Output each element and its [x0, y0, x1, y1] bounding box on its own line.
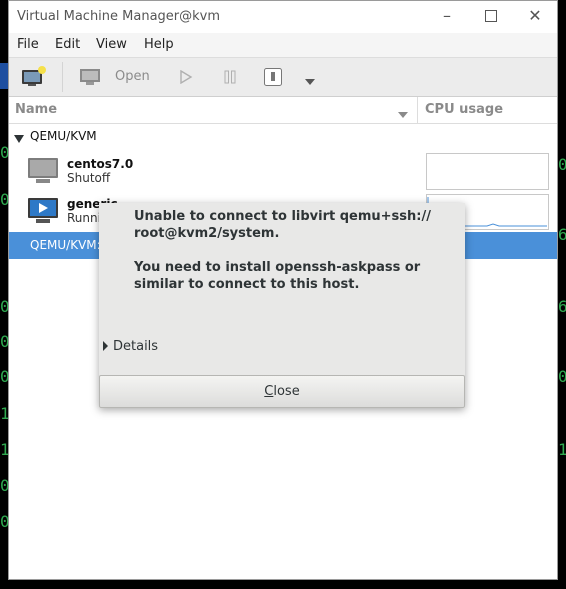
close-icon[interactable]: ✕: [525, 6, 545, 26]
details-expander[interactable]: Details: [103, 339, 158, 354]
shutdown-icon[interactable]: [263, 67, 283, 91]
error-line: root@kvm2/system.: [134, 226, 280, 241]
error-hint: You need to install openssh-askpass or s…: [134, 259, 444, 293]
run-icon[interactable]: [179, 69, 193, 88]
sort-chevron-down-icon[interactable]: [398, 107, 408, 122]
connection-label: QEMU/KVM:: [30, 238, 101, 252]
toolbar: Open: [9, 58, 557, 97]
terminal-glyph: 0: [558, 367, 566, 386]
menu-help[interactable]: Help: [144, 37, 174, 52]
title-bar[interactable]: Virtual Machine Manager@kvm – ✕: [9, 1, 557, 32]
group-row[interactable]: QEMU/KVM: [9, 127, 557, 147]
vm-status: Shutoff: [67, 171, 111, 185]
expander-chevron-down-icon[interactable]: [14, 132, 24, 147]
column-name-header[interactable]: Name: [15, 102, 57, 117]
vm-running-icon: [27, 197, 59, 229]
column-header: Name CPU usage: [9, 97, 557, 124]
details-label: Details: [113, 339, 159, 354]
open-button[interactable]: Open: [115, 69, 150, 84]
error-line: Unable to connect to libvirt qemu+ssh://: [134, 209, 431, 224]
menu-view[interactable]: View: [96, 37, 127, 52]
vm-name: centos7.0: [67, 157, 134, 171]
column-cpu-header[interactable]: CPU usage: [425, 102, 503, 117]
pause-icon[interactable]: [223, 70, 237, 88]
error-dialog: Unable to connect to libvirt qemu+ssh://…: [99, 203, 465, 408]
menu-bar: File Edit View Help: [9, 33, 557, 58]
menu-file[interactable]: File: [17, 37, 39, 52]
error-message: Unable to connect to libvirt qemu+ssh://…: [134, 208, 444, 242]
menu-edit[interactable]: Edit: [55, 37, 80, 52]
terminal-glyph: 6: [558, 297, 566, 316]
terminal-glyph: 6: [558, 225, 566, 244]
column-divider: [417, 97, 418, 123]
background-window-edge: [0, 63, 8, 89]
error-line: similar to connect to this host.: [134, 277, 360, 292]
close-button-label: lose: [273, 384, 300, 399]
maximize-icon[interactable]: [481, 6, 501, 26]
vm-monitor-icon: [27, 157, 59, 189]
terminal-glyph: 0: [558, 155, 566, 174]
shutdown-menu-chevron-down-icon[interactable]: [305, 74, 315, 89]
error-line: You need to install openssh-askpass or: [134, 260, 421, 275]
close-button[interactable]: Close: [99, 375, 465, 408]
toolbar-separator: [62, 62, 63, 92]
cpu-usage-graph: [426, 153, 549, 190]
vm-row[interactable]: centos7.0 Shutoff: [9, 151, 557, 191]
terminal-glyph: 1: [558, 440, 566, 459]
new-vm-icon[interactable]: [21, 66, 47, 92]
open-console-icon[interactable]: [79, 68, 101, 90]
window-title: Virtual Machine Manager@kvm: [17, 9, 221, 24]
expander-chevron-right-icon: [103, 341, 108, 351]
close-button-mnemonic: C: [264, 384, 274, 399]
group-label: QEMU/KVM: [30, 129, 97, 143]
minimize-icon[interactable]: –: [437, 6, 457, 26]
